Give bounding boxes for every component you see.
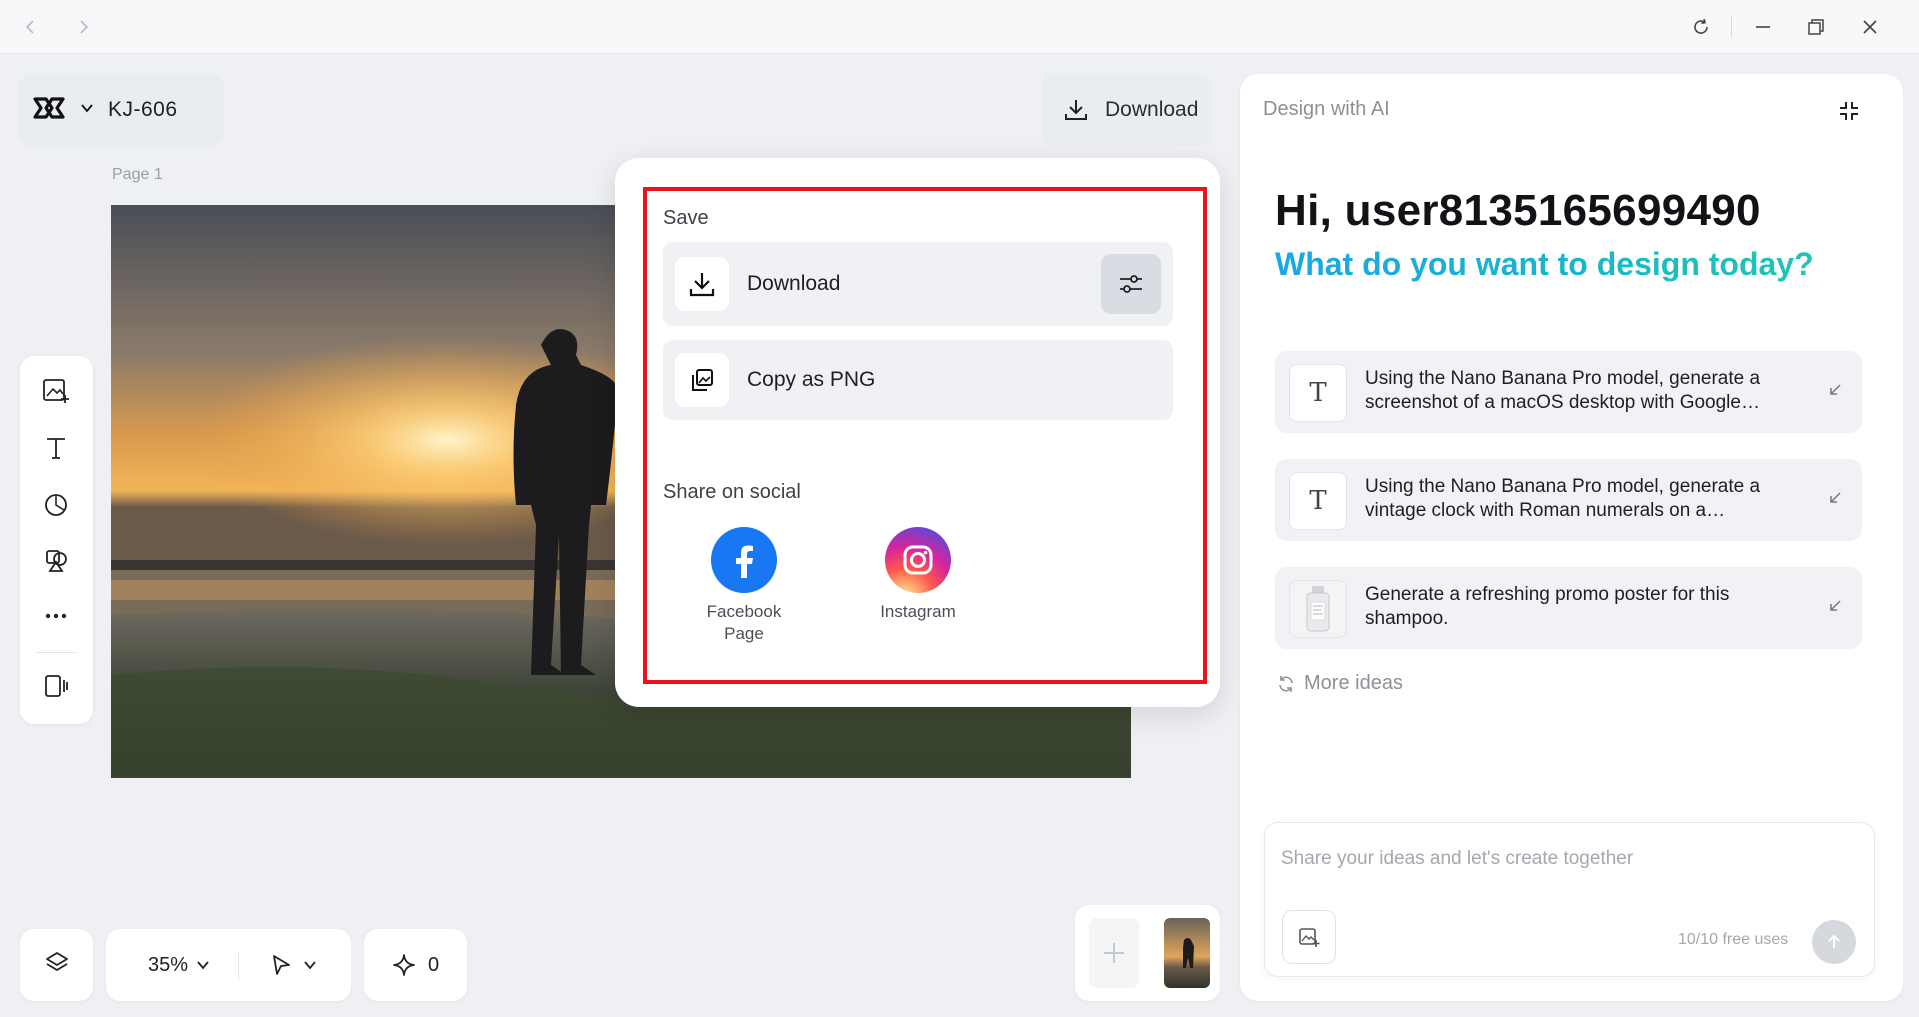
sliders-icon	[1120, 275, 1142, 293]
capcut-logo-icon	[32, 95, 66, 126]
arrow-up-icon	[1828, 934, 1840, 948]
project-name[interactable]: KJ-606	[108, 98, 178, 122]
shapes-tool-icon[interactable]	[38, 486, 74, 522]
zoom-dropdown[interactable]: 35%	[148, 954, 210, 977]
attach-image-button[interactable]	[1282, 910, 1336, 964]
toolbar-divider	[36, 652, 77, 653]
download-settings-button[interactable]	[1101, 254, 1161, 314]
more-ideas-button[interactable]: More ideas	[1276, 672, 1403, 695]
instagram-icon	[885, 527, 951, 593]
download-icon	[1065, 100, 1087, 120]
facebook-label-line1: Facebook	[706, 602, 782, 621]
layers-button[interactable]	[20, 929, 93, 1001]
copy-png-label: Copy as PNG	[747, 368, 876, 391]
refresh-icon[interactable]	[1686, 12, 1716, 42]
zoom-controls: 35%	[106, 929, 351, 1001]
copy-png-option[interactable]: Copy as PNG	[663, 340, 1173, 420]
facebook-label-line2: Page	[724, 624, 764, 643]
left-toolbar	[20, 356, 93, 724]
free-uses-counter: 10/10 free uses	[1678, 931, 1789, 948]
download-option-label: Download	[747, 272, 841, 295]
header-download-button[interactable]: Download	[1041, 74, 1212, 146]
pointer-icon	[273, 955, 290, 975]
header-download-label: Download	[1105, 98, 1199, 121]
ai-subtitle: What do you want to design today?	[1275, 246, 1814, 282]
idea-text: Generate a refreshing promo poster for t…	[1365, 584, 1730, 629]
window-titlebar	[0, 0, 1919, 54]
insert-arrow-icon[interactable]	[1826, 381, 1844, 399]
idea-card[interactable]: T Using the Nano Banana Pro model, gener…	[1275, 459, 1862, 541]
minimize-icon[interactable]	[1748, 12, 1778, 42]
layers-icon	[44, 950, 70, 981]
project-menu[interactable]: KJ-606	[18, 74, 224, 146]
credits-count: 0	[427, 953, 440, 976]
back-icon[interactable]	[16, 12, 46, 42]
idea-card[interactable]: Generate a refreshing promo poster for t…	[1275, 567, 1862, 649]
insert-arrow-icon[interactable]	[1826, 489, 1844, 507]
ai-greeting: Hi, user8135165699490	[1275, 186, 1761, 235]
ai-panel-title: Design with AI	[1263, 98, 1390, 120]
chat-input-box[interactable]	[1264, 822, 1875, 977]
copy-image-icon	[675, 353, 729, 407]
close-icon[interactable]	[1855, 12, 1885, 42]
page-label: Page 1	[112, 166, 163, 183]
chat-input-placeholder[interactable]: Share your ideas and let's create togeth…	[1281, 848, 1633, 870]
download-option[interactable]: Download	[663, 242, 1173, 326]
text-tool-icon[interactable]	[38, 430, 74, 466]
zoom-level: 35%	[148, 953, 189, 976]
add-image-icon	[1299, 928, 1320, 947]
insert-arrow-icon[interactable]	[1826, 597, 1844, 615]
forward-icon[interactable]	[68, 12, 98, 42]
facebook-icon	[711, 527, 777, 593]
text-prompt-icon: T	[1289, 364, 1347, 422]
page-thumbnail[interactable]	[1164, 918, 1210, 988]
text-prompt-icon: T	[1289, 472, 1347, 530]
sparkle-icon	[393, 954, 415, 976]
elements-tool-icon[interactable]	[38, 542, 74, 578]
more-ideas-label: More ideas	[1304, 672, 1403, 694]
titlebar-divider	[1731, 17, 1732, 37]
instagram-share[interactable]: Instagram	[864, 527, 972, 623]
chevron-down-icon	[197, 961, 209, 970]
idea-text: Using the Nano Banana Pro model, generat…	[1365, 476, 1761, 521]
shampoo-bottle-icon	[1289, 580, 1347, 638]
facebook-share[interactable]: Facebook Page	[690, 527, 798, 645]
download-icon	[675, 257, 729, 311]
add-page-button[interactable]	[1089, 918, 1139, 988]
resize-panel-icon[interactable]	[38, 668, 74, 704]
credits-button[interactable]: 0	[364, 929, 467, 1001]
share-section-label: Share on social	[663, 481, 801, 503]
idea-text: Using the Nano Banana Pro model, generat…	[1365, 368, 1761, 413]
more-tools-icon[interactable]	[38, 598, 74, 634]
plus-icon	[1104, 943, 1124, 963]
pointer-tool-dropdown[interactable]	[269, 953, 317, 977]
save-section-label: Save	[663, 207, 709, 229]
zoom-divider	[238, 951, 240, 979]
refresh-icon	[1279, 675, 1293, 692]
chevron-down-icon[interactable]	[80, 101, 94, 120]
collapse-icon[interactable]	[1834, 96, 1864, 126]
restore-icon[interactable]	[1801, 12, 1831, 42]
instagram-label: Instagram	[880, 602, 956, 621]
add-image-icon[interactable]	[38, 372, 74, 408]
chevron-down-icon	[304, 961, 316, 970]
page-thumbnails	[1075, 905, 1220, 1001]
idea-card[interactable]: T Using the Nano Banana Pro model, gener…	[1275, 351, 1862, 433]
send-button[interactable]	[1812, 920, 1856, 964]
